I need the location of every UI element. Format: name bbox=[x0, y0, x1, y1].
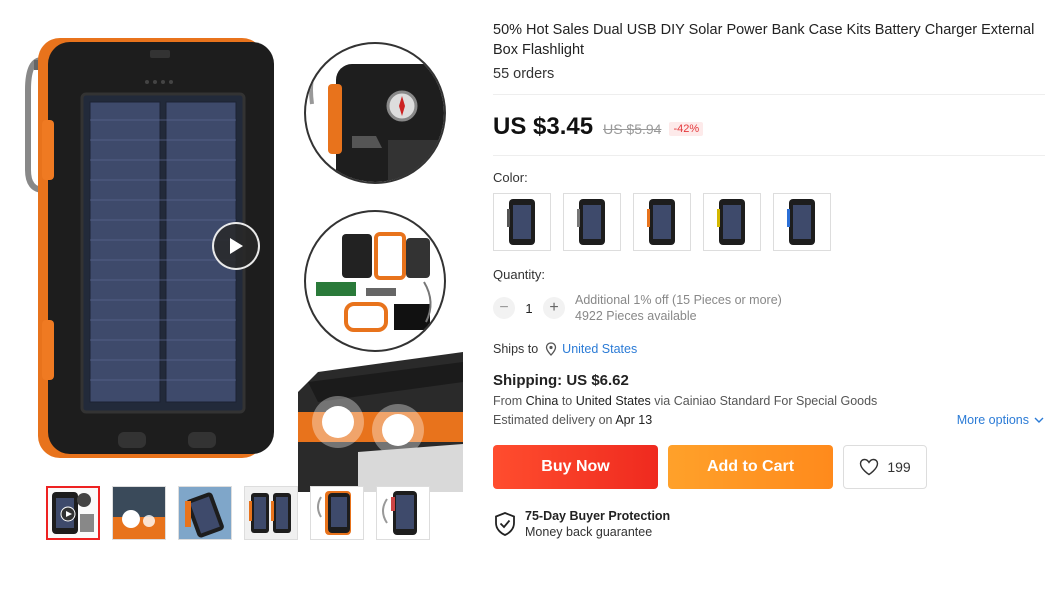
bulk-discount-note: Additional 1% off (15 Pieces or more) bbox=[575, 293, 782, 307]
thumbnail-strip bbox=[46, 486, 430, 540]
discount-badge: -42% bbox=[669, 122, 704, 136]
buyer-protection-text: 75-Day Buyer Protection Money back guara… bbox=[525, 509, 670, 539]
play-icon bbox=[230, 238, 243, 254]
price-row: US $3.45 US $5.94 -42% bbox=[493, 113, 1047, 141]
thumbnail-2[interactable] bbox=[112, 486, 166, 540]
shipping-method: via Cainiao Standard For Special Goods bbox=[654, 394, 878, 408]
more-options-label: More options bbox=[956, 413, 1029, 427]
buyer-protection-subtitle: Money back guarantee bbox=[525, 525, 653, 539]
estimated-delivery-label: Estimated delivery on bbox=[493, 413, 613, 427]
quantity-decrease-button[interactable]: − bbox=[493, 297, 515, 319]
product-info: 50% Hot Sales Dual USB DIY Solar Power B… bbox=[493, 20, 1047, 539]
thumbnail-6[interactable] bbox=[376, 486, 430, 540]
flashlight-detail-image bbox=[298, 342, 463, 492]
divider bbox=[493, 94, 1045, 95]
orders-count: 55 orders bbox=[493, 66, 555, 82]
quantity-stepper: − 1 + Additional 1% off (15 Pieces or mo… bbox=[493, 292, 1047, 324]
color-option-1[interactable] bbox=[493, 193, 551, 251]
shield-check-icon bbox=[495, 512, 515, 536]
action-buttons: Buy Now Add to Cart 199 bbox=[493, 445, 1047, 489]
color-label: Color: bbox=[493, 170, 528, 185]
to-country: United States bbox=[575, 394, 651, 408]
current-price: US $3.45 bbox=[493, 113, 594, 140]
to-label: to bbox=[561, 394, 573, 408]
buyer-protection: 75-Day Buyer Protection Money back guara… bbox=[493, 509, 1047, 539]
quantity-label: Quantity: bbox=[493, 267, 546, 282]
original-price: US $5.94 bbox=[603, 121, 662, 137]
wishlist-button[interactable]: 199 bbox=[843, 445, 927, 489]
location-pin-icon bbox=[546, 342, 557, 356]
thumbnail-1[interactable] bbox=[46, 486, 100, 540]
quantity-note: Additional 1% off (15 Pieces or more) 49… bbox=[575, 292, 782, 324]
color-option-4[interactable] bbox=[703, 193, 761, 251]
thumbnail-3[interactable] bbox=[178, 486, 232, 540]
more-options-link[interactable]: More options bbox=[957, 413, 1045, 427]
product-gallery bbox=[0, 0, 470, 591]
shipping-route: From China to United States via Cainiao … bbox=[493, 394, 1047, 408]
color-option-5[interactable] bbox=[773, 193, 831, 251]
add-to-cart-button[interactable]: Add to Cart bbox=[668, 445, 833, 489]
kit-parts-image bbox=[304, 210, 446, 352]
from-country: China bbox=[525, 394, 559, 408]
ships-to-row: Ships to United States bbox=[493, 342, 1047, 356]
color-options bbox=[493, 193, 1047, 251]
estimated-delivery: Estimated delivery on Apr 13 bbox=[493, 413, 652, 427]
video-play-button[interactable] bbox=[212, 222, 260, 270]
compass-detail-image bbox=[304, 42, 446, 184]
quantity-value[interactable]: 1 bbox=[517, 301, 541, 316]
heart-icon bbox=[860, 458, 879, 476]
shipping-cost: Shipping: US $6.62 bbox=[493, 372, 629, 389]
color-option-3[interactable] bbox=[633, 193, 691, 251]
wishlist-count: 199 bbox=[887, 459, 911, 475]
thumbnail-4[interactable] bbox=[244, 486, 298, 540]
thumbnail-5[interactable] bbox=[310, 486, 364, 540]
from-label: From bbox=[493, 394, 523, 408]
ships-to-country-link[interactable]: United States bbox=[562, 342, 637, 356]
main-product-image[interactable] bbox=[20, 20, 302, 460]
color-option-2[interactable] bbox=[563, 193, 621, 251]
buyer-protection-title: 75-Day Buyer Protection bbox=[525, 509, 671, 523]
estimated-delivery-date: Apr 13 bbox=[615, 413, 653, 427]
delivery-row: Estimated delivery on Apr 13 More option… bbox=[493, 413, 1045, 427]
buy-now-button[interactable]: Buy Now bbox=[493, 445, 658, 489]
stock-available: 4922 Pieces available bbox=[575, 309, 697, 323]
chevron-down-icon bbox=[1034, 417, 1044, 423]
quantity-increase-button[interactable]: + bbox=[543, 297, 565, 319]
ships-to-label: Ships to bbox=[493, 342, 539, 356]
product-title: 50% Hot Sales Dual USB DIY Solar Power B… bbox=[493, 22, 1035, 58]
detail-images bbox=[298, 30, 463, 492]
divider bbox=[493, 155, 1045, 156]
